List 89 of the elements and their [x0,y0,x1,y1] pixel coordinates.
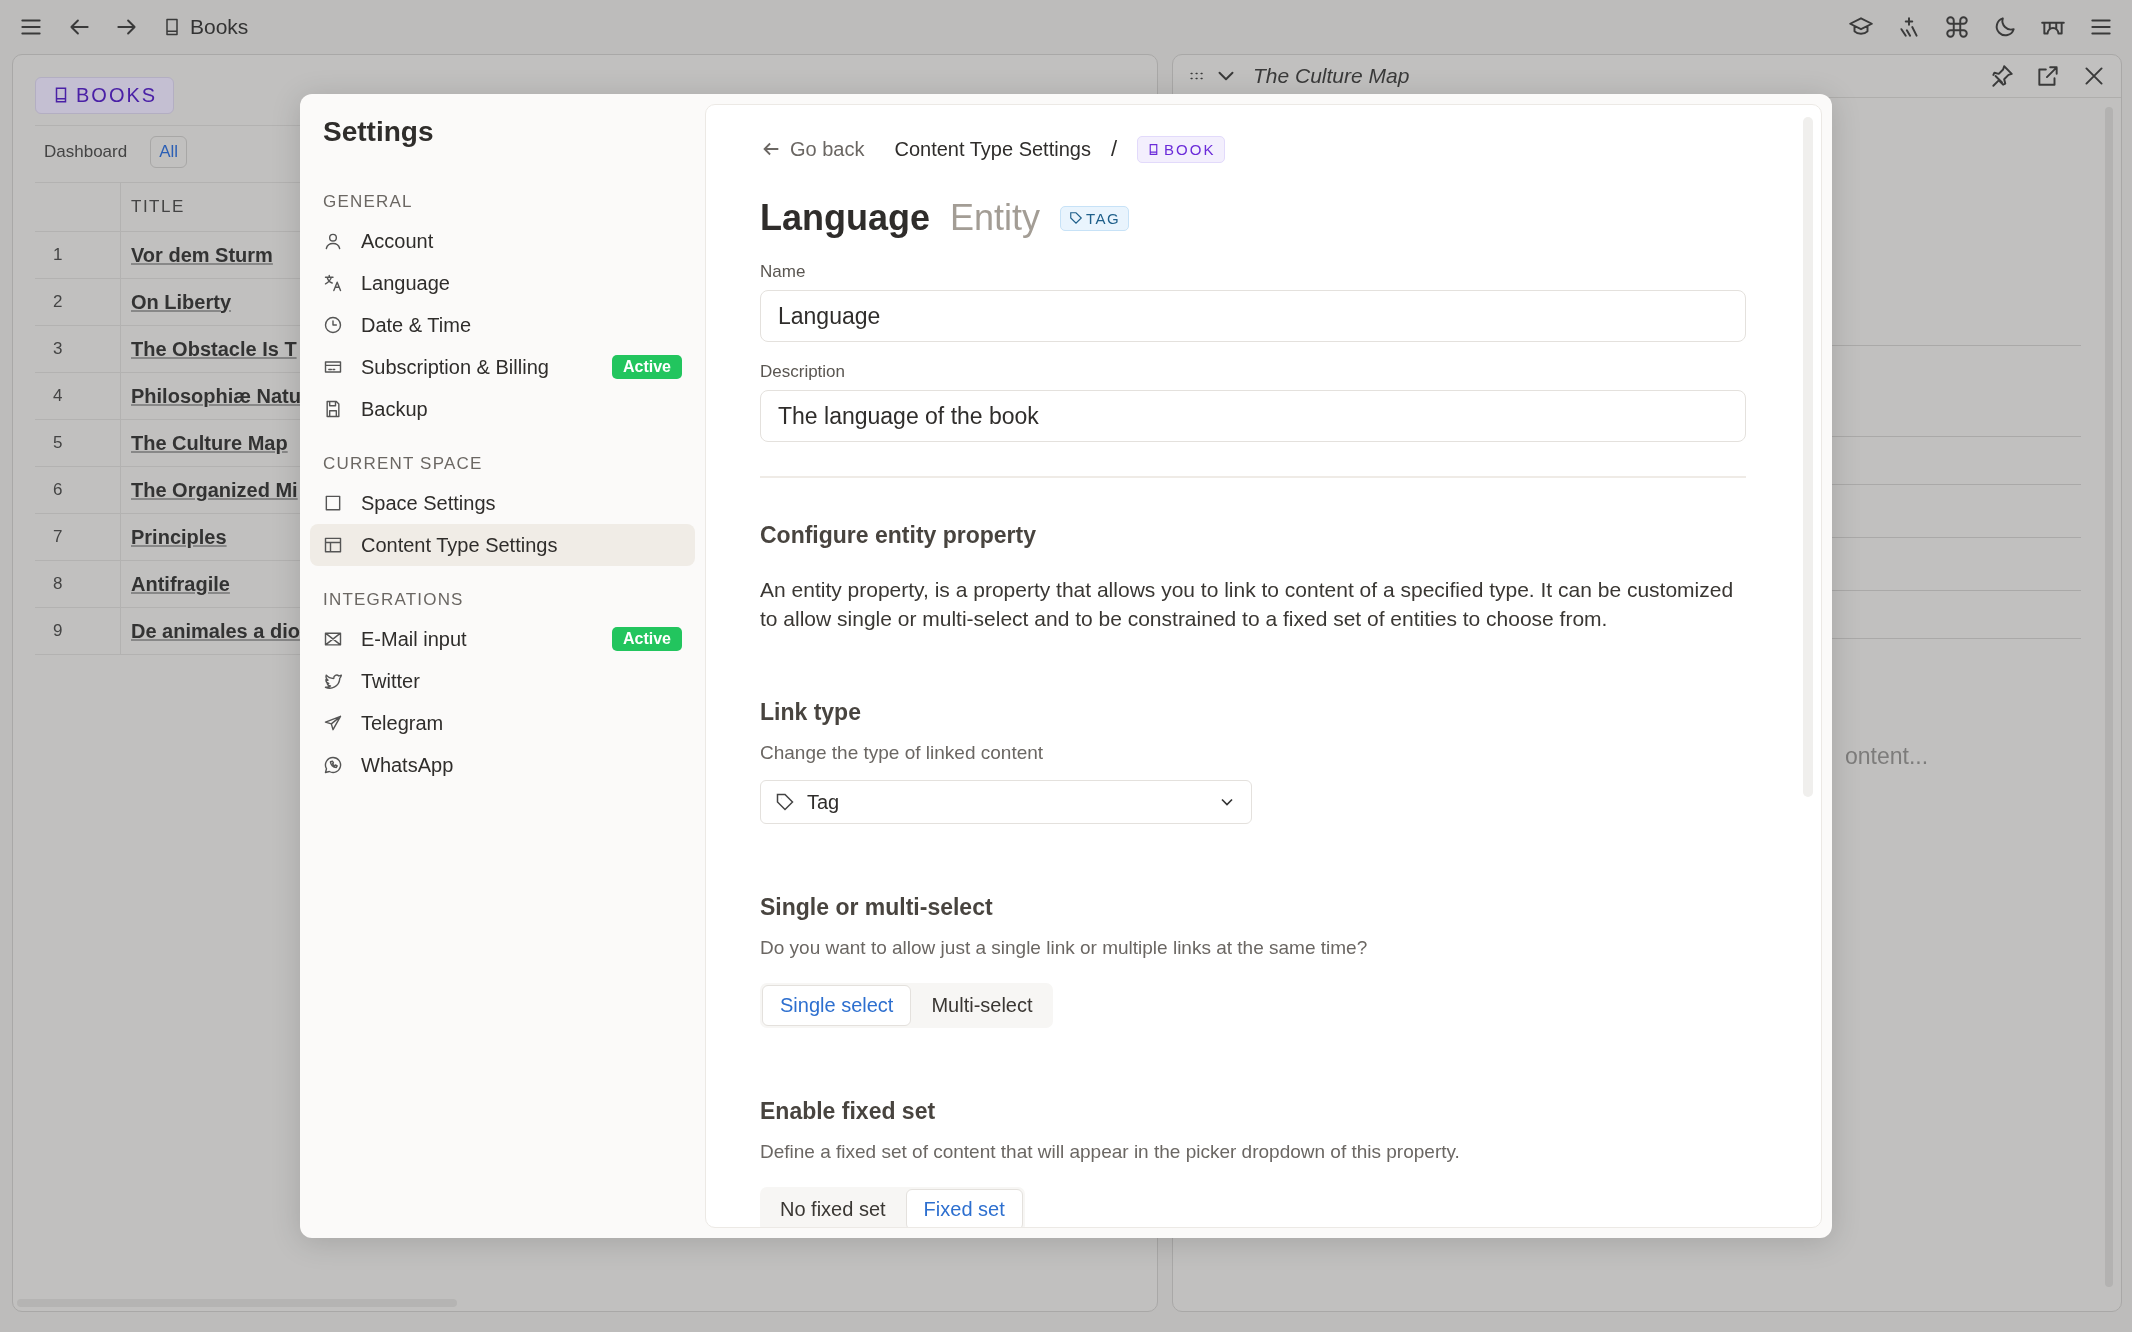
menu-item-label: Space Settings [361,491,496,515]
settings-menu-item[interactable]: Date & Time [310,304,695,346]
dialog-title: Settings [322,116,435,148]
book-title-link[interactable]: Philosophiæ Natu [131,384,301,407]
book-title-link[interactable]: Vor dem Sturm [131,243,273,266]
menu-item-label: Twitter [361,669,420,693]
go-back-link[interactable]: Go back [760,137,865,161]
placeholder-text: ontent... [1845,743,1929,770]
row-number: 9 [53,621,63,641]
bird-icon [323,671,343,691]
command-key-icon[interactable] [1944,14,1970,40]
section-title: Configure entity property [760,522,1037,549]
link-type-dropdown[interactable]: Tag [760,780,1252,824]
collection-badge[interactable]: BOOKS [35,76,175,114]
menu-item-label: Language [361,271,450,295]
segment-option[interactable]: Fixed set [905,1189,1023,1227]
settings-menu-item[interactable]: Twitter [310,660,695,702]
view-tab[interactable]: Dashboard [35,136,137,168]
settings-menu-item[interactable]: Telegram [310,702,695,744]
row-number: 8 [53,574,63,594]
row-number: 6 [53,480,63,500]
section-description: An entity property, is a property that allows you to link to content of a specified type. It can be customized to allow single or multi-select and to be constrained to a fixed set of entities to choose from. [760,577,1735,632]
menu-item-label: E-Mail input [361,627,467,651]
clock-icon [323,315,343,335]
menu-item-label: Account [361,229,434,253]
section-heading: GENERAL [322,192,414,212]
column-header: TITLE [130,197,185,217]
document-title: The Culture Map [1253,64,1410,88]
book-title-link[interactable]: On Liberty [131,290,231,313]
menu-item-label: Backup [361,397,428,421]
option-title: Single or multi-select [760,894,994,921]
paper-plane-icon [323,713,343,733]
option-hint: Change the type of linked content [760,742,1045,764]
input-field[interactable]: Language [760,290,1746,342]
book-title-link[interactable]: The Culture Map [131,431,288,454]
row-number: 1 [53,245,63,265]
row-number: 5 [53,433,63,453]
property-type: Entity [950,197,1041,239]
layout-icon [323,535,343,555]
user-icon [323,231,343,251]
settings-menu-item[interactable]: Backup [310,388,695,430]
page-title: Books [190,15,249,39]
settings-menu-item[interactable]: Account [310,220,695,262]
chat-bubble-icon [323,755,343,775]
row-number: 4 [53,386,63,406]
settings-menu-item[interactable]: WhatsApp [310,744,695,786]
settings-menu-item[interactable]: Subscription & Billing Active [310,346,695,388]
tag-icon [775,792,795,812]
segment-option[interactable]: Multi-select [913,985,1051,1026]
book-title-link[interactable]: The Organized Mi [131,478,298,501]
menu-item-label: Telegram [361,711,444,735]
section-heading: CURRENT SPACE [322,454,484,474]
tag-badge: TAG [1060,205,1130,231]
menu-item-label: Date & Time [361,313,472,337]
row-number: 2 [53,292,63,312]
status-badge: Active [611,627,682,651]
book-title-link[interactable]: The Obstacle Is T [131,337,297,360]
settings-menu-item[interactable]: E-Mail input Active [310,618,695,660]
section-heading: INTEGRATIONS [322,590,465,610]
option-title: Enable fixed set [760,1098,937,1125]
segment-option[interactable]: No fixed set [762,1189,904,1227]
pin-icon[interactable] [1989,63,2015,89]
menu-item-label: Content Type Settings [361,533,558,557]
breadcrumb-link[interactable]: Content Type Settings [894,137,1091,161]
property-title: Language [760,197,930,239]
row-number: 7 [53,527,63,547]
external-link-icon[interactable] [2035,63,2061,89]
row-number: 3 [53,339,63,359]
menu-item-label: Subscription & Billing [361,355,549,379]
translate-icon [323,273,343,293]
input-field[interactable]: The language of the book [760,390,1746,442]
segment-option[interactable]: Single select [762,985,912,1026]
envelope-icon [323,629,343,649]
breadcrumb-separator: / [1110,136,1118,162]
book-title-link[interactable]: Antifragile [131,572,230,595]
settings-menu-item[interactable]: Content Type Settings [310,524,695,566]
status-badge: Active [611,355,682,379]
field-label: Name [760,262,807,282]
square-icon [323,493,343,513]
option-hint: Do you want to allow just a single link or multiple links at the same time? [760,937,1369,959]
book-title-link[interactable]: Principles [131,525,227,548]
settings-menu-item[interactable]: Language [310,262,695,304]
menu-item-label: WhatsApp [361,753,454,777]
settings-menu-item[interactable]: Space Settings [310,482,695,524]
field-label: Description [760,362,847,382]
option-title: Link type [760,699,862,726]
book-title-link[interactable]: De animales a dio [131,619,300,642]
option-hint: Define a fixed set of content that will appear in the picker dropdown of this property. [760,1141,1461,1163]
type-badge: BOOK [1137,135,1226,163]
